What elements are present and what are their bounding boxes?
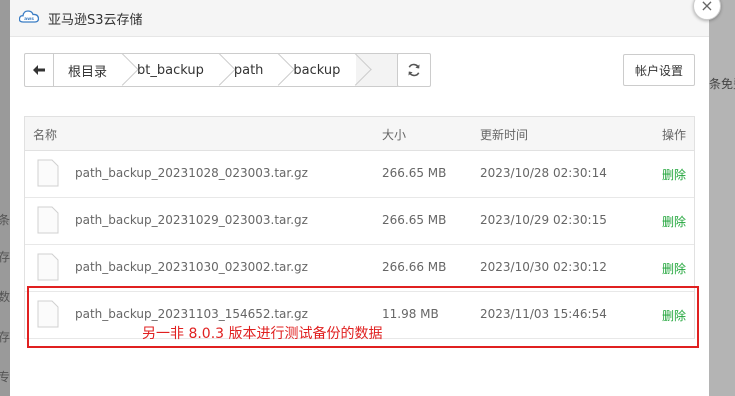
file-size: 266.66 MB (382, 260, 447, 274)
breadcrumb-item-backup[interactable]: backup (279, 54, 356, 86)
svg-text:aws: aws (24, 17, 34, 22)
aws-cloud-icon: aws (19, 10, 39, 23)
column-header-name[interactable]: 名称 (33, 126, 57, 143)
breadcrumb-item-root[interactable]: 根目录 (54, 54, 123, 86)
file-size: 266.65 MB (382, 166, 447, 180)
dialog-title: 亚马逊S3云存储 (48, 13, 143, 28)
file-icon (37, 206, 59, 234)
refresh-icon (408, 63, 420, 77)
column-header-time[interactable]: 更新时间 (480, 126, 528, 143)
background-text: 条 (0, 213, 10, 227)
breadcrumb-item-path[interactable]: path (220, 54, 280, 86)
close-icon: × (700, 0, 714, 15)
file-size: 266.65 MB (382, 213, 447, 227)
delete-link[interactable]: 删除 (662, 166, 686, 183)
background-page-right: 条免费 (709, 0, 735, 396)
delete-link[interactable]: 删除 (662, 213, 686, 230)
file-name[interactable]: path_backup_20231030_023002.tar.gz (75, 260, 308, 274)
file-icon (37, 253, 59, 281)
background-text: 存 (0, 250, 10, 264)
file-name[interactable]: path_backup_20231029_023003.tar.gz (75, 213, 308, 227)
column-header-op: 操作 (661, 128, 686, 142)
background-text: 存 (0, 330, 10, 344)
file-time: 2023/10/30 02:30:12 (480, 260, 607, 274)
table-row[interactable]: path_backup_20231030_023002.tar.gz 266.6… (25, 245, 694, 292)
back-button[interactable] (25, 54, 54, 86)
table-header: 名称 大小 更新时间 操作 (25, 117, 694, 151)
column-header-size[interactable]: 大小 (382, 126, 406, 143)
refresh-button[interactable] (397, 53, 431, 87)
delete-link[interactable]: 删除 (662, 260, 686, 277)
background-text: 专 (0, 370, 10, 384)
file-name[interactable]: path_backup_20231028_023003.tar.gz (75, 166, 308, 180)
table-row[interactable]: path_backup_20231028_023003.tar.gz 266.6… (25, 151, 694, 198)
dialog-titlebar: aws 亚马逊S3云存储 (10, 0, 709, 37)
background-text: 条免费 (709, 77, 735, 91)
file-time: 2023/10/29 02:30:15 (480, 213, 607, 227)
background-text: 数 (0, 290, 10, 304)
table-row[interactable]: path_backup_20231029_023003.tar.gz 266.6… (25, 198, 694, 245)
file-time: 2023/10/28 02:30:14 (480, 166, 607, 180)
background-page-left: 条 存 数 存 专 (0, 0, 10, 396)
breadcrumb: 根目录 bt_backup path backup (24, 53, 399, 87)
file-icon (37, 159, 59, 187)
breadcrumb-item-bt-backup[interactable]: bt_backup (123, 54, 220, 86)
account-settings-button[interactable]: 帐户设置 (623, 54, 695, 86)
annotation-text: 另一非 8.0.3 版本进行测试备份的数据 (142, 326, 383, 342)
arrow-left-icon (33, 65, 45, 75)
